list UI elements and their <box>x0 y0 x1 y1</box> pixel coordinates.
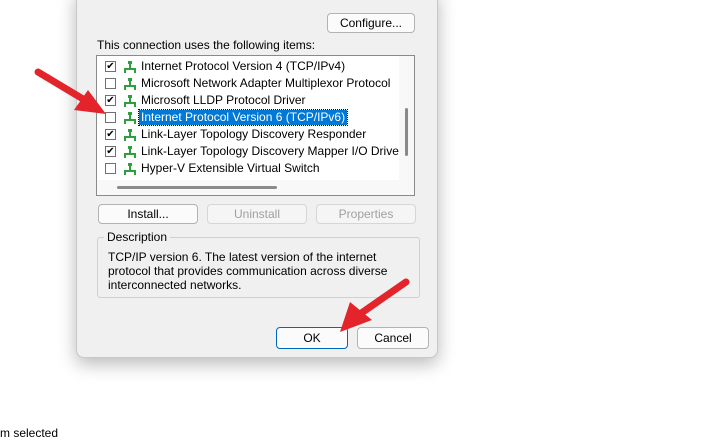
network-adapter-icon <box>124 61 136 73</box>
list-item[interactable]: ✔ Link-Layer Topology Discovery Responder <box>97 126 387 143</box>
checkmark-icon: ✔ <box>106 145 115 157</box>
vertical-scroll-thumb[interactable] <box>405 108 408 156</box>
network-adapter-icon <box>124 112 136 124</box>
network-adapter-icon <box>124 163 136 175</box>
list-item-label: Internet Protocol Version 6 (TCP/IPv6) <box>137 109 349 126</box>
network-adapter-icon <box>124 146 136 158</box>
list-item[interactable]: Hyper-V Extensible Virtual Switch <box>97 160 387 177</box>
pointer-arrow-icon <box>340 278 410 332</box>
horizontal-scrollbar[interactable] <box>97 180 399 195</box>
list-item-label: Hyper-V Extensible Virtual Switch <box>141 161 320 175</box>
configure-button[interactable]: Configure... <box>327 13 415 33</box>
properties-button[interactable]: Properties <box>316 204 416 224</box>
list-item[interactable]: Microsoft Network Adapter Multiplexor Pr… <box>97 75 390 92</box>
uninstall-button[interactable]: Uninstall <box>207 204 307 224</box>
pointer-arrow-icon <box>34 68 106 114</box>
list-item-label: Microsoft LLDP Protocol Driver <box>141 93 306 107</box>
install-button[interactable]: Install... <box>98 204 198 224</box>
list-item[interactable]: Internet Protocol Version 6 (TCP/IPv6) <box>97 109 387 126</box>
list-item[interactable]: ✔ Microsoft LLDP Protocol Driver <box>97 92 387 109</box>
checkmark-icon: ✔ <box>106 128 115 140</box>
connection-items-list[interactable]: ✔ Internet Protocol Version 4 (TCP/IPv4) M… <box>96 55 415 196</box>
network-adapter-icon <box>124 78 136 90</box>
network-adapter-icon <box>124 95 136 107</box>
item-checkbox[interactable] <box>105 163 116 174</box>
list-item-label: Link-Layer Topology Discovery Responder <box>141 127 367 141</box>
list-item-label: Internet Protocol Version 4 (TCP/IPv4) <box>141 59 346 73</box>
list-item[interactable]: ✔ Internet Protocol Version 4 (TCP/IPv4) <box>97 58 387 75</box>
list-item-label: Link-Layer Topology Discovery Mapper I/O… <box>141 144 403 158</box>
vertical-scrollbar[interactable] <box>399 56 414 195</box>
horizontal-scroll-thumb[interactable] <box>117 186 277 189</box>
network-adapter-icon <box>124 129 136 141</box>
list-item-label: Microsoft Network Adapter Multiplexor Pr… <box>141 76 391 90</box>
list-item[interactable]: ✔ Link-Layer Topology Discovery Mapper I/… <box>97 143 403 160</box>
description-title: Description <box>104 231 171 244</box>
items-list-label: This connection uses the following items… <box>97 38 316 52</box>
item-checkbox[interactable]: ✔ <box>105 129 116 140</box>
item-checkbox[interactable]: ✔ <box>105 146 116 157</box>
